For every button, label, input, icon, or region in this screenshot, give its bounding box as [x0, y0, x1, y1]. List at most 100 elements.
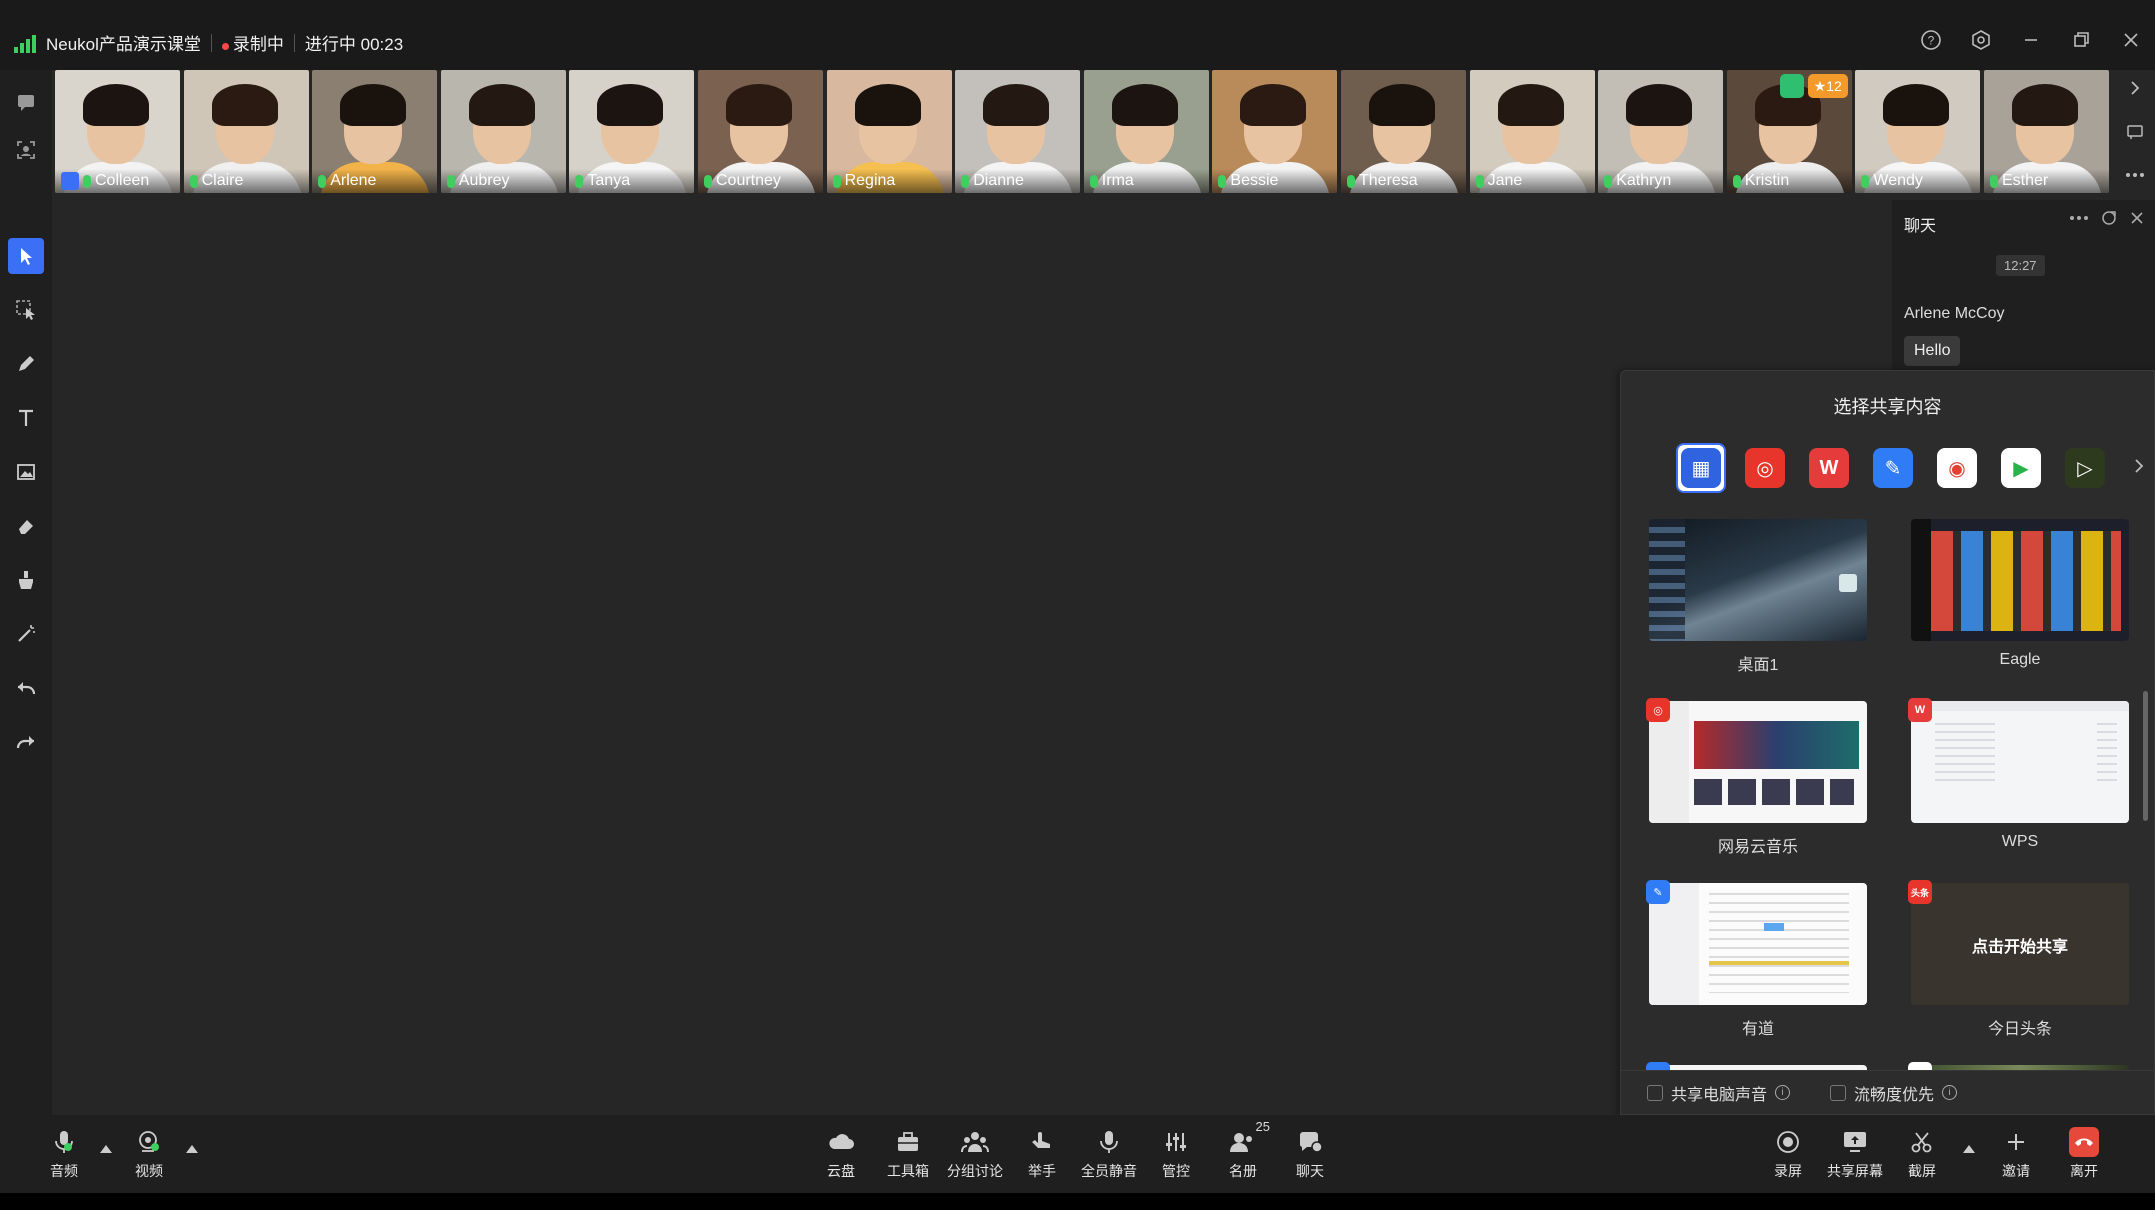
terminal-icon[interactable]: ▷ [2060, 443, 2110, 493]
more-icon[interactable] [2069, 210, 2089, 231]
grid-icon[interactable]: ▦ [1676, 443, 1726, 493]
chat-button[interactable]: 聊天 [1279, 1123, 1341, 1185]
share-screen-button[interactable]: 共享屏幕 [1824, 1123, 1886, 1185]
checkbox[interactable] [1830, 1084, 1847, 1101]
restore-icon[interactable] [2067, 26, 2095, 54]
participant-tile[interactable]: Claire [183, 70, 309, 193]
leave-button[interactable]: 离开 [2053, 1123, 2115, 1185]
participant-name: Tanya [587, 172, 631, 189]
scrollbar[interactable] [2143, 691, 2148, 821]
main-stage[interactable] [55, 200, 1895, 1115]
share-item-desktop[interactable]: 桌面1 [1649, 519, 1867, 675]
close-icon[interactable] [2129, 210, 2145, 231]
share-item-wps[interactable]: W WPS [1908, 698, 2129, 851]
participant-tile[interactable]: Wendy [1855, 70, 1981, 193]
participant-tile[interactable]: Jane [1469, 70, 1595, 193]
screen-edge [0, 1193, 2155, 1210]
screenshot-button[interactable]: 截屏 [1891, 1123, 1953, 1185]
text-tool-icon[interactable] [8, 400, 44, 436]
select-tool-icon[interactable] [8, 292, 44, 328]
participant-tile[interactable]: Kathryn [1598, 70, 1724, 193]
participant-name-bar: Irma [1083, 169, 1209, 193]
participant-tile[interactable]: Aubrey [440, 70, 566, 193]
smooth-first-option[interactable]: 流畅度优先 i [1830, 1081, 1958, 1105]
magic-wand-icon[interactable] [8, 616, 44, 652]
share-screen-label: 共享屏幕 [1827, 1163, 1883, 1179]
participant-tile[interactable]: Kristin ★ 12 [1726, 70, 1852, 193]
chevron-right-icon[interactable] [2132, 456, 2146, 481]
share-item-youdao[interactable]: ✎ 有道 [1646, 880, 1867, 1039]
eraser-tool-icon[interactable] [8, 508, 44, 544]
clear-brush-icon[interactable] [8, 562, 44, 598]
participant-tile[interactable]: Bessie [1212, 70, 1338, 193]
start-share-overlay[interactable]: 点击开始共享 [1911, 933, 2129, 957]
pop-out-icon[interactable] [2101, 210, 2117, 231]
participant-avatar-hair [1240, 84, 1307, 126]
share-item-label: 有道 [1741, 1021, 1774, 1038]
pointer-tool-icon[interactable] [8, 238, 44, 274]
share-audio-option[interactable]: 共享电脑声音 i [1647, 1081, 1791, 1105]
microphone-active-icon [1990, 174, 1998, 188]
invite-button[interactable]: 邀请 [1985, 1123, 2047, 1185]
participant-tile[interactable]: Colleen [55, 70, 180, 193]
recording-indicator[interactable]: 录制中 [221, 30, 284, 55]
face-frame-icon[interactable] [8, 132, 44, 168]
cloud-label: 云盘 [827, 1163, 855, 1179]
youdao-icon[interactable]: ✎ [1868, 443, 1918, 493]
record-button[interactable]: 录屏 [1757, 1123, 1819, 1185]
control-button[interactable]: 管控 [1145, 1123, 1207, 1185]
pen-tool-icon[interactable] [8, 346, 44, 382]
participant-tile[interactable]: Tanya [569, 70, 695, 193]
minimize-icon[interactable] [2017, 26, 2045, 54]
mute-all-button[interactable]: 全员静音 [1078, 1123, 1140, 1185]
settings-icon[interactable] [1967, 26, 1995, 54]
player-icon[interactable]: ▶ [1996, 443, 2046, 493]
toolbox-button[interactable]: 工具箱 [877, 1123, 939, 1185]
chat-bubble-icon[interactable] [8, 84, 44, 120]
audio-button[interactable]: 音频 [33, 1123, 95, 1185]
wps-icon[interactable]: W [1804, 443, 1854, 493]
screenshot-options-caret[interactable] [1963, 1145, 1975, 1153]
participant-tile[interactable]: Dianne [955, 70, 1081, 193]
cloud-drive-button[interactable]: 云盘 [810, 1123, 872, 1185]
chat-sender: Arlene McCoy [1904, 305, 2005, 322]
microphone-active-icon [832, 174, 841, 188]
participant-tile[interactable]: Esther [1984, 70, 2109, 193]
image-tool-icon[interactable] [8, 454, 44, 490]
participant-tile[interactable]: Theresa [1341, 70, 1466, 193]
roster-button[interactable]: 25 名册 [1212, 1119, 1274, 1185]
share-item-eagle[interactable]: Eagle [1911, 519, 2129, 669]
record-label: 录屏 [1774, 1163, 1802, 1179]
raise-hand-button[interactable]: 举手 [1011, 1123, 1073, 1185]
chrome-icon[interactable]: ◉ [1932, 443, 1982, 493]
share-item-toutiao[interactable]: 点击开始共享 头条 今日头条 [1908, 880, 2129, 1039]
info-icon[interactable]: i [1775, 1085, 1791, 1100]
people-icon: 25 [1228, 1119, 1270, 1157]
participant-tile[interactable]: Courtney [698, 70, 823, 193]
record-dot-icon [221, 43, 229, 50]
checkbox[interactable] [1647, 1084, 1663, 1101]
breakout-rooms-button[interactable]: 分组讨论 [944, 1123, 1006, 1185]
redo-icon[interactable] [8, 724, 44, 760]
close-icon[interactable] [2117, 26, 2145, 54]
chevron-right-icon[interactable] [2115, 78, 2155, 98]
toolbox-label: 工具箱 [887, 1163, 929, 1179]
share-item-netease-music[interactable]: ◎ 网易云音乐 [1646, 698, 1867, 857]
netease-music-icon[interactable]: ◎ [1740, 443, 1790, 493]
audio-options-caret[interactable] [100, 1145, 112, 1153]
undo-icon[interactable] [8, 670, 44, 706]
video-button[interactable]: 视频 [118, 1123, 180, 1185]
participant-tile[interactable]: Irma [1083, 70, 1209, 193]
participant-name-bar: Regina [826, 169, 952, 193]
info-icon[interactable]: i [1942, 1085, 1958, 1100]
reward-badge: ★ 12 [1779, 74, 1848, 98]
participant-tile[interactable]: Regina [826, 70, 952, 193]
help-icon[interactable]: ? [1917, 26, 1945, 54]
wps-icon: W [1908, 698, 1932, 722]
toutiao-icon: 头条 [1908, 880, 1932, 904]
video-options-caret[interactable] [186, 1145, 198, 1153]
chat-toggle-icon[interactable] [2115, 120, 2155, 144]
more-icon[interactable] [2115, 165, 2155, 185]
participant-avatar-hair [1883, 84, 1950, 126]
participant-tile[interactable]: Arlene [312, 70, 438, 193]
